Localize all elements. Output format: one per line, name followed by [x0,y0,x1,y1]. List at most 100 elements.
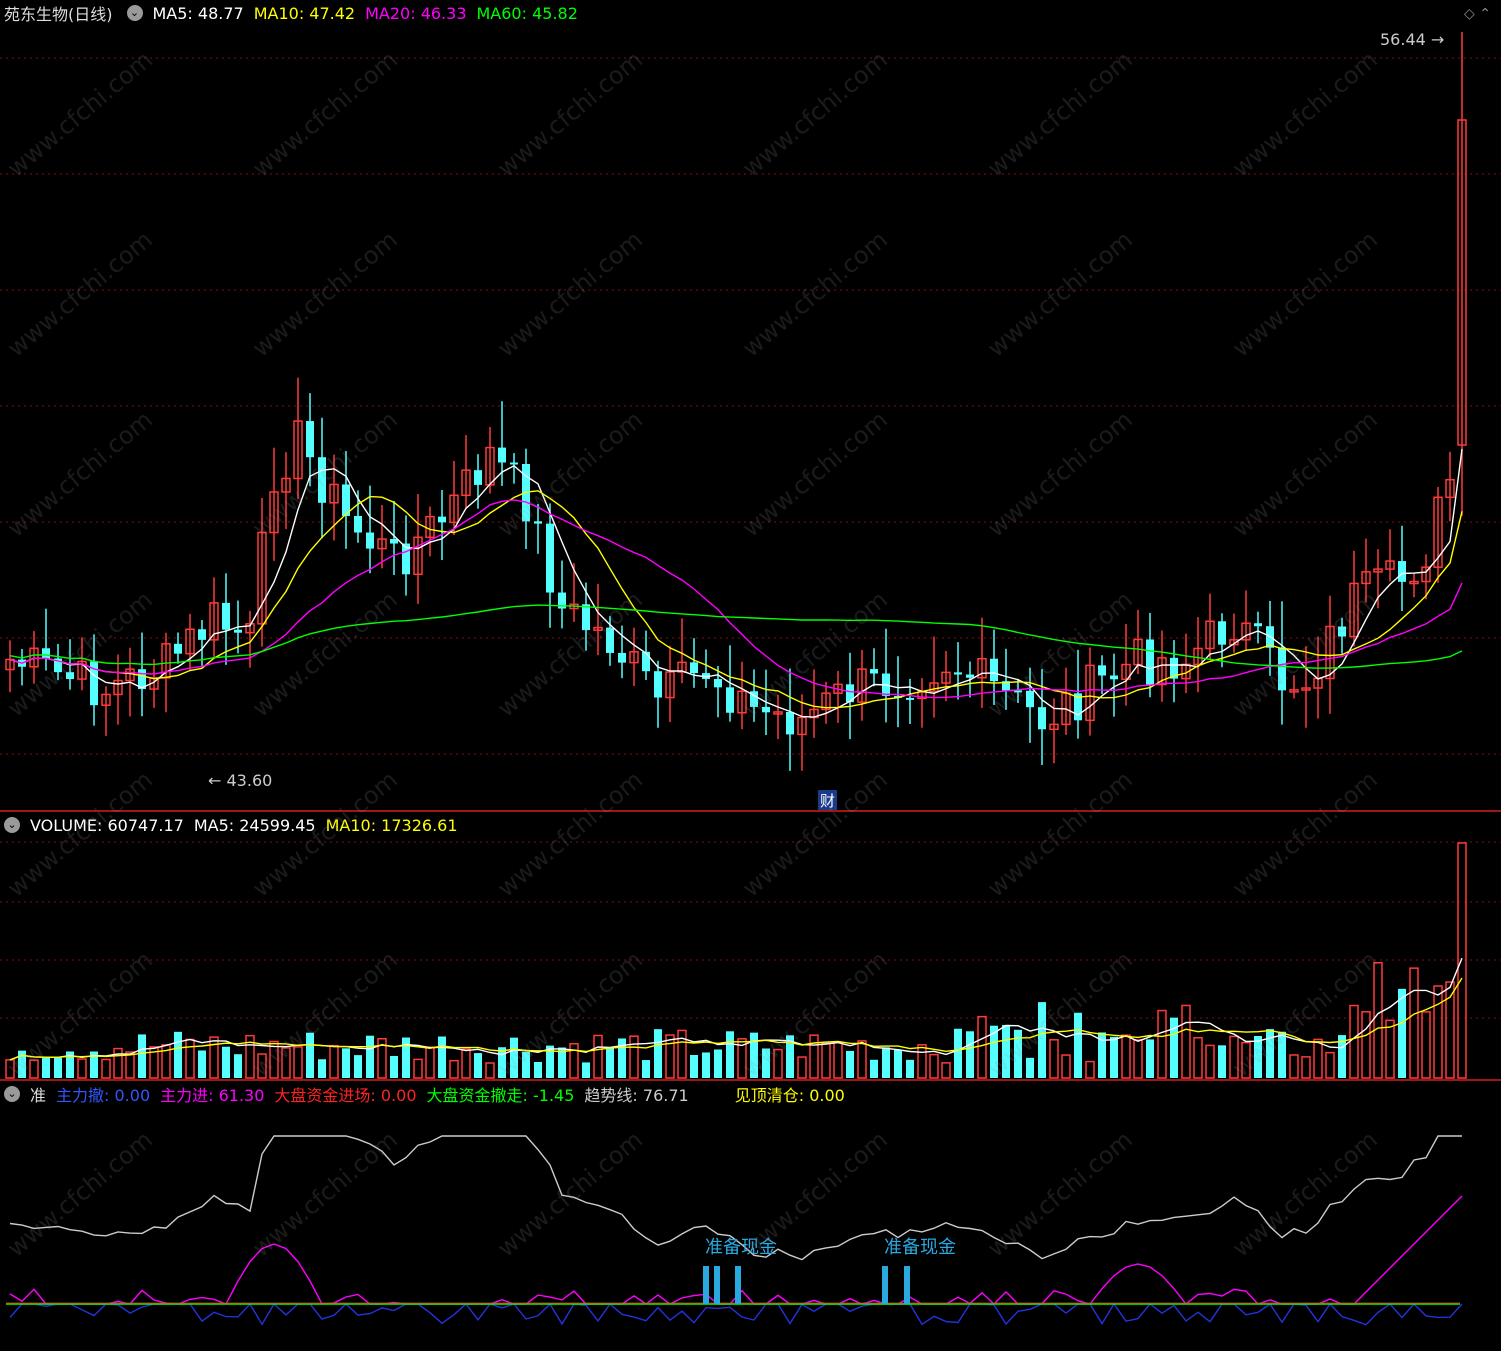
ma10-label: MA10: 47.42 [253,3,356,23]
candle-body [42,648,50,659]
volume-bar [797,1056,807,1079]
volume-bar [726,1031,734,1078]
candle-body [318,457,326,503]
volume-bar [773,1048,783,1079]
indicator-name[interactable]: 准 [30,1082,46,1106]
volume-bar [174,1031,182,1078]
candle-body [306,421,314,458]
candle-body [1398,561,1406,582]
volume-bar [42,1057,50,1078]
candle-body [438,516,446,523]
volume-bar [1061,1054,1071,1079]
volume-bar [366,1035,374,1078]
volume-bar [882,1047,890,1078]
signal-bar [904,1266,910,1304]
volume-bar [209,1036,219,1079]
signal-label: 准备现金 [884,1237,956,1258]
volume-header: ⌄ VOLUME: 60747.17 MA5: 24599.45 MA10: 1… [0,812,458,838]
top-clear-label: 见顶清仓: 0.00 [734,1086,845,1105]
volume-bar [461,1048,471,1079]
volume-bar [1421,1011,1431,1079]
volume-bar [929,1053,939,1079]
volume-bar [1313,1038,1323,1079]
ma5-line [9,449,1463,718]
volume-bar [510,1037,518,1078]
main-out-line [9,1302,1463,1326]
indicator-panel: ⌄ 准 主力撤: 0.00 主力进: 61.30 大盘资金进场: 0.00 大盘… [0,1081,1501,1351]
chevron-down-icon[interactable]: ⌄ [4,817,20,833]
indicator-header: ⌄ 准 主力撤: 0.00 主力进: 61.30 大盘资金进场: 0.00 大盘… [0,1081,845,1107]
candle-body [606,627,614,653]
volume-bar [354,1055,362,1078]
volume-bar [1085,1060,1095,1079]
candle-body [726,687,734,713]
candle-body [546,523,554,593]
volume-bar [101,1058,111,1079]
volume-bar [821,1042,831,1079]
volume-bar [198,1050,206,1078]
volume-bar [966,1031,974,1078]
signal-bar [703,1266,709,1304]
volume-bar [1218,1045,1226,1078]
volume-bar [1433,985,1443,1079]
candle-body [510,462,518,465]
volume-bar [1398,988,1406,1078]
high-price-label: 56.44 → [1380,30,1445,49]
market-in-label: 大盘资金进场: 0.00 [274,1086,417,1105]
candlestick-chart[interactable] [0,0,1501,812]
finance-badge[interactable]: 财 [818,790,838,811]
chevron-down-icon[interactable]: ⌄ [4,1086,20,1102]
signal-label: 准备现金 [705,1237,777,1258]
volume-bar [642,1060,650,1078]
volume-bar [438,1036,446,1078]
stock-title[interactable]: 苑东生物(日线) [4,1,113,25]
candle-body [222,602,230,630]
candle-body [762,706,770,713]
volume-bar [1074,1012,1082,1078]
volume-bar [1373,961,1383,1079]
signal-bar [882,1266,888,1304]
volume-bar [582,1062,590,1078]
volume-bar [1205,1044,1215,1079]
indicator-chart[interactable] [0,1081,1501,1351]
volume-bar [1014,1029,1022,1078]
candle-body [1254,623,1262,627]
volume-bar [77,1058,87,1079]
volume-chart[interactable] [0,812,1501,1080]
volume-bar [954,1028,962,1078]
volume-bar [138,1034,146,1078]
volume-bar [425,1046,435,1079]
volume-bar [906,1059,914,1078]
volume-bar [1349,1004,1359,1079]
volume-bar [1289,1054,1299,1079]
signal-bar [735,1266,741,1304]
volume-bar [281,1047,291,1079]
candle-body [1146,639,1154,685]
candle-body [1218,621,1226,645]
candle-body [174,643,182,654]
volume-bar [714,1049,722,1078]
chevron-down-icon[interactable]: ⌄ [126,5,143,21]
candle-body [234,629,242,633]
volume-bar [1157,1009,1167,1079]
volume-bar [665,1034,675,1079]
candle-body [390,539,398,544]
volume-bar [654,1029,662,1078]
volume-bar [54,1057,62,1078]
volume-bar [1266,1029,1274,1078]
ma5-label: MA5: 48.77 [152,3,244,23]
volume-bar [750,1032,758,1078]
candle-body [654,671,662,698]
low-price-label: ← 43.60 [208,771,273,790]
volume-bar [606,1047,614,1078]
volume-bar [185,1038,195,1079]
volume-ma5-label: MA5: 24599.45 [193,815,316,835]
volume-bar [1110,1036,1118,1078]
volume-bar [1241,1041,1251,1079]
volume-bar [1409,967,1419,1079]
volume-bar [1133,1039,1143,1079]
volume-bar [1229,1035,1239,1079]
candle-body [870,669,878,674]
volume-bar [977,1015,987,1079]
volume-bar [474,1053,482,1078]
